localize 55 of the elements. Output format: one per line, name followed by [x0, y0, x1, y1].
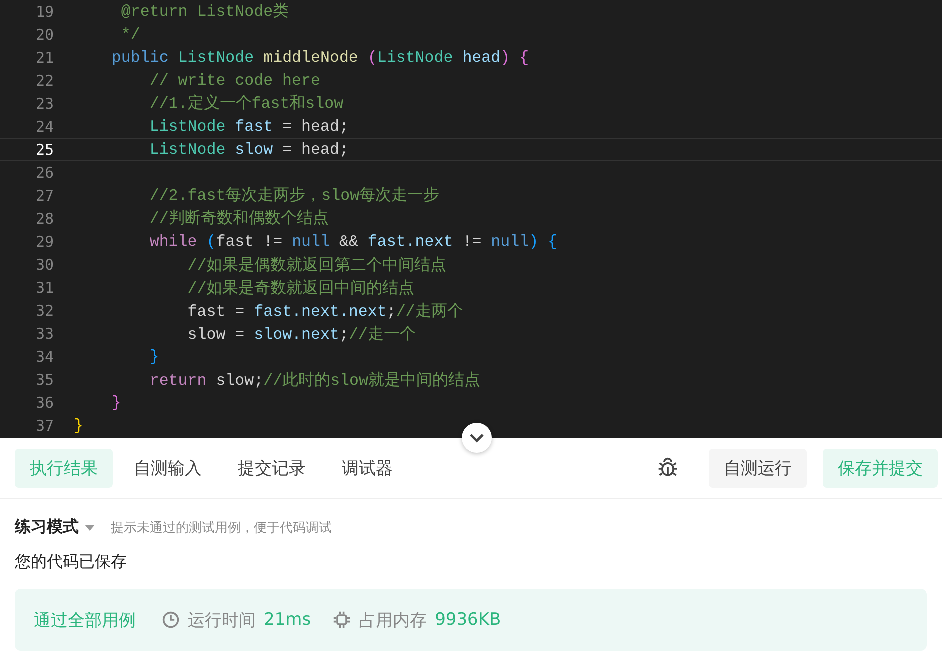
line-number: 29	[34, 232, 54, 251]
caret-icon	[85, 524, 95, 530]
line-number: 28	[34, 210, 54, 228]
time-label: 运行时间	[188, 610, 256, 632]
line-number: 20	[34, 26, 54, 44]
code-line: //判断奇数和偶数个结点	[148, 208, 329, 230]
code-line: }	[74, 417, 84, 436]
chevron-down-icon	[470, 434, 484, 442]
line-number: 23	[34, 94, 54, 113]
code-line: fast = fast.next.next;//走两个	[186, 302, 464, 322]
line-number: 21	[34, 48, 54, 67]
memory-value: 9936KB	[435, 610, 502, 630]
code-line: public ListNode middleNode (ListNode head) {	[110, 48, 530, 67]
line-number: 35	[34, 371, 54, 390]
tab[interactable]: 提交记录	[223, 448, 321, 488]
line-number: 25	[34, 140, 54, 159]
code-line: while (fast != null && fast.next != null) {	[148, 232, 558, 251]
run-button[interactable]: 自测运行	[709, 448, 807, 488]
code-line: }	[148, 348, 160, 366]
line-number: 22	[34, 72, 54, 90]
line-number: 33	[34, 325, 54, 344]
line-number: 19	[34, 2, 54, 21]
code-line: //2.fast每次走两步，slow每次走一步	[148, 186, 440, 206]
line-number: 36	[34, 394, 54, 412]
code-line: // write code here	[148, 72, 320, 90]
code-line: }	[110, 394, 122, 412]
collapse-button[interactable]	[462, 423, 492, 453]
line-number: 26	[34, 164, 54, 182]
code-line: ListNode fast = head;	[148, 118, 349, 136]
line-number: 27	[34, 186, 54, 205]
code-line: slow = slow.next;//走一个	[186, 324, 416, 345]
code-line: ListNode slow = head;	[148, 140, 349, 159]
line-number: 30	[34, 256, 54, 274]
bug-icon[interactable]	[657, 457, 679, 479]
memory-label: 占用内存	[359, 610, 428, 632]
status-message: 您的代码已保存	[14, 551, 128, 573]
line-number: 31	[34, 279, 54, 298]
mode-hint: 提示未通过的测试用例，便于代码调试	[111, 520, 332, 536]
tab[interactable]: 调试器	[327, 448, 408, 488]
line-number: 34	[34, 348, 54, 366]
chip-icon	[333, 611, 352, 629]
code-line: @return ListNode类	[120, 2, 290, 22]
line-number: 24	[34, 118, 54, 136]
code-line: //1.定义一个fast和slow	[148, 94, 344, 114]
mode-dropdown[interactable]: 练习模式	[15, 517, 95, 538]
time-value: 21ms	[264, 610, 312, 630]
clock-icon	[162, 611, 180, 629]
tab[interactable]: 自测输入	[119, 448, 217, 488]
code-line: */	[120, 26, 140, 44]
code-line: return slow;//此时的slow就是中间的结点	[148, 370, 480, 391]
verdict-text: 通过全部用例	[34, 610, 136, 632]
code-line: //如果是奇数就返回中间的结点	[186, 278, 415, 299]
line-number: 37	[34, 417, 54, 436]
line-number: 32	[34, 302, 54, 320]
code-line: //如果是偶数就返回第二个中间结点	[186, 256, 447, 276]
